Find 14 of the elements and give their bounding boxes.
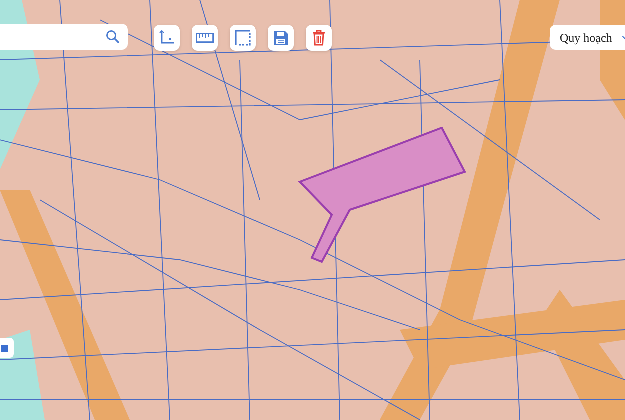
trash-icon	[312, 30, 326, 46]
coordinates-button[interactable]	[154, 25, 180, 51]
axes-icon	[159, 30, 175, 46]
map-control-button[interactable]	[0, 338, 14, 358]
select-area-button[interactable]	[230, 25, 256, 51]
measure-button[interactable]	[192, 25, 218, 51]
selection-icon	[235, 30, 251, 46]
delete-button[interactable]	[306, 25, 332, 51]
layer-dropdown[interactable]: Quy hoạch	[550, 25, 625, 50]
search-icon	[106, 30, 120, 44]
save-button[interactable]	[268, 25, 294, 51]
search-field[interactable]	[0, 24, 128, 50]
ruler-icon	[196, 33, 214, 43]
square-icon	[0, 344, 8, 352]
